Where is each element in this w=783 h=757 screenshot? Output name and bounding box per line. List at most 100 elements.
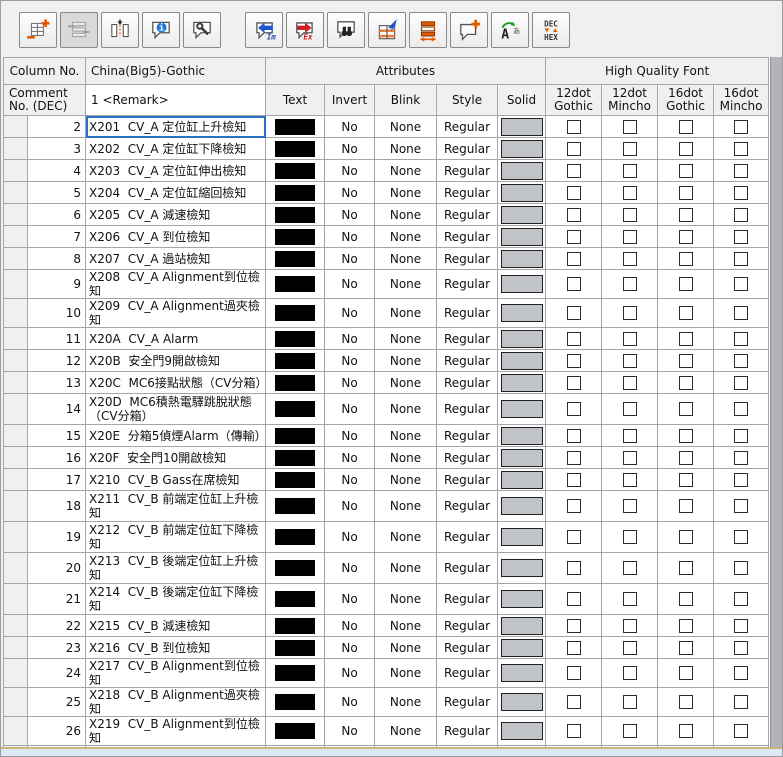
text-color-swatch[interactable] [275,141,315,157]
comment-number-cell[interactable]: 24 [28,659,86,688]
solid-color-cell[interactable] [498,425,546,447]
comment-info-button[interactable]: i [142,12,180,48]
comment-number-cell[interactable]: 3 [28,138,86,160]
solid-color-swatch[interactable] [501,206,543,224]
checkbox-16dot-gothic[interactable] [679,666,693,680]
comment-text-cell[interactable]: X204 CV_A 定位缸縮回檢知 [86,182,266,204]
checkbox-12dot-gothic[interactable] [567,666,581,680]
text-color-cell[interactable] [266,204,325,226]
style-cell[interactable]: Regular [437,270,498,299]
checkbox-12dot-gothic[interactable] [567,208,581,222]
invert-cell[interactable]: No [325,469,375,491]
row-selector[interactable] [4,226,28,248]
checkbox-12dot-gothic[interactable] [567,142,581,156]
row-selector[interactable] [4,138,28,160]
text-color-swatch[interactable] [275,229,315,245]
solid-color-cell[interactable] [498,491,546,522]
solid-color-cell[interactable] [498,226,546,248]
checkbox-12dot-gothic[interactable] [567,120,581,134]
checkbox-12dot-mincho[interactable] [623,306,637,320]
import-comment-button[interactable]: Im [245,12,283,48]
comment-number-cell[interactable]: 6 [28,204,86,226]
comment-number-cell[interactable]: 20 [28,553,86,584]
row-selector[interactable] [4,491,28,522]
style-cell[interactable]: Regular [437,425,498,447]
solid-color-cell[interactable] [498,553,546,584]
text-color-cell[interactable] [266,637,325,659]
comment-text-cell[interactable]: X216 CV_B 到位檢知 [86,637,266,659]
comment-number-cell[interactable]: 10 [28,299,86,328]
checkbox-16dot-mincho[interactable] [734,332,748,346]
comment-text-cell[interactable]: X201 CV_A 定位缸上升檢知 [86,116,266,138]
solid-color-swatch[interactable] [501,639,543,657]
row-selector[interactable] [4,328,28,350]
checkbox-16dot-gothic[interactable] [679,619,693,633]
blink-cell[interactable]: None [375,116,437,138]
comment-number-cell[interactable]: 11 [28,328,86,350]
solid-color-cell[interactable] [498,469,546,491]
invert-cell[interactable]: No [325,688,375,717]
checkbox-12dot-mincho[interactable] [623,354,637,368]
checkbox-12dot-gothic[interactable] [567,230,581,244]
style-cell[interactable]: Regular [437,299,498,328]
checkbox-12dot-gothic[interactable] [567,354,581,368]
text-color-swatch[interactable] [275,618,315,634]
solid-color-cell[interactable] [498,394,546,425]
solid-color-cell[interactable] [498,299,546,328]
comment-number-cell[interactable]: 8 [28,248,86,270]
style-cell[interactable]: Regular [437,469,498,491]
checkbox-16dot-gothic[interactable] [679,724,693,738]
checkbox-12dot-gothic[interactable] [567,376,581,390]
comment-number-cell[interactable]: 4 [28,160,86,182]
invert-cell[interactable]: No [325,116,375,138]
checkbox-16dot-mincho[interactable] [734,120,748,134]
vertical-scrollbar-track[interactable] [770,57,783,747]
text-color-cell[interactable] [266,160,325,182]
blink-cell[interactable]: None [375,553,437,584]
solid-color-swatch[interactable] [501,374,543,392]
row-selector[interactable] [4,270,28,299]
solid-color-swatch[interactable] [501,228,543,246]
text-color-cell[interactable] [266,116,325,138]
text-color-cell[interactable] [266,372,325,394]
checkbox-16dot-mincho[interactable] [734,641,748,655]
comment-number-cell[interactable]: 22 [28,615,86,637]
row-selector[interactable] [4,522,28,553]
checkbox-16dot-gothic[interactable] [679,592,693,606]
checkbox-16dot-mincho[interactable] [734,208,748,222]
comment-number-cell[interactable]: 15 [28,425,86,447]
solid-color-swatch[interactable] [501,330,543,348]
text-color-swatch[interactable] [275,529,315,545]
checkbox-12dot-gothic[interactable] [567,451,581,465]
checkbox-12dot-gothic[interactable] [567,473,581,487]
checkbox-16dot-gothic[interactable] [679,208,693,222]
checkbox-12dot-mincho[interactable] [623,208,637,222]
checkbox-12dot-mincho[interactable] [623,402,637,416]
solid-color-cell[interactable] [498,182,546,204]
comment-text-cell[interactable]: X20C MC6接點狀態（CV分箱） [86,372,266,394]
adjust-column-width-button[interactable] [409,12,447,48]
text-color-swatch[interactable] [275,694,315,710]
checkbox-12dot-mincho[interactable] [623,724,637,738]
text-color-swatch[interactable] [275,450,315,466]
row-selector[interactable] [4,637,28,659]
text-color-cell[interactable] [266,584,325,615]
row-selector[interactable] [4,116,28,138]
style-cell[interactable]: Regular [437,204,498,226]
checkbox-12dot-mincho[interactable] [623,120,637,134]
text-color-swatch[interactable] [275,640,315,656]
comment-number-cell[interactable]: 2 [28,116,86,138]
checkbox-12dot-mincho[interactable] [623,230,637,244]
solid-color-swatch[interactable] [501,617,543,635]
solid-color-cell[interactable] [498,637,546,659]
solid-color-swatch[interactable] [501,162,543,180]
checkbox-16dot-mincho[interactable] [734,252,748,266]
solid-color-swatch[interactable] [501,449,543,467]
solid-color-swatch[interactable] [501,352,543,370]
blink-cell[interactable]: None [375,688,437,717]
checkbox-16dot-mincho[interactable] [734,473,748,487]
blink-cell[interactable]: None [375,328,437,350]
language-header[interactable]: China(Big5)-Gothic [86,58,266,85]
solid-color-swatch[interactable] [501,400,543,418]
text-color-cell[interactable] [266,447,325,469]
